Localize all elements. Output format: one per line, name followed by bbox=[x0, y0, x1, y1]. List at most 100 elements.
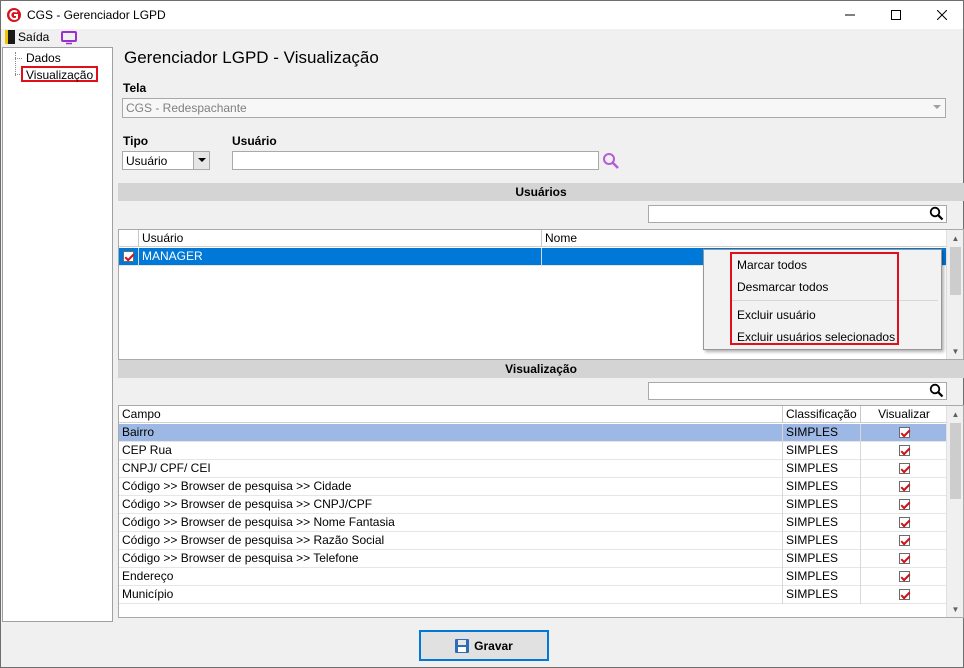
checkbox-checked-icon[interactable] bbox=[898, 463, 910, 475]
cell-visualizar[interactable] bbox=[861, 550, 947, 568]
checkbox-checked-icon[interactable] bbox=[898, 427, 910, 439]
view-grid-scrollbar[interactable]: ▲ ▼ bbox=[946, 406, 963, 617]
checkbox-checked-icon[interactable] bbox=[898, 517, 910, 529]
exit-menu-item[interactable]: Saída bbox=[5, 30, 49, 44]
exit-door-icon bbox=[5, 30, 15, 44]
close-button[interactable] bbox=[919, 1, 964, 29]
tela-label: Tela bbox=[123, 81, 147, 95]
cell-visualizar[interactable] bbox=[861, 568, 947, 586]
main-window: CGS - Gerenciador LGPD Saída Dados Visua… bbox=[0, 0, 964, 668]
close-icon bbox=[937, 10, 947, 20]
cell-classificacao: SIMPLES bbox=[783, 514, 861, 532]
table-row[interactable]: CEP Rua SIMPLES bbox=[119, 442, 947, 460]
menu-bar: Saída bbox=[1, 29, 963, 47]
scrollbar-thumb[interactable] bbox=[950, 423, 961, 499]
search-icon[interactable] bbox=[929, 383, 944, 398]
cell-visualizar[interactable] bbox=[861, 496, 947, 514]
table-row[interactable]: Endereço SIMPLES bbox=[119, 568, 947, 586]
table-row[interactable]: Município SIMPLES bbox=[119, 586, 947, 604]
table-row[interactable]: Código >> Browser de pesquisa >> CNPJ/CP… bbox=[119, 496, 947, 514]
checkbox-checked-icon[interactable] bbox=[898, 553, 910, 565]
checkbox-checked-icon[interactable] bbox=[898, 571, 910, 583]
column-header-campo[interactable]: Campo bbox=[119, 406, 783, 423]
maximize-icon bbox=[891, 10, 901, 20]
tree-connector bbox=[15, 58, 22, 59]
navigation-tree: Dados Visualização bbox=[2, 47, 113, 622]
column-header-visualizar[interactable]: Visualizar bbox=[861, 406, 947, 423]
usuario-label: Usuário bbox=[232, 134, 277, 148]
tipo-select-value: Usuário bbox=[126, 154, 168, 168]
window-title: CGS - Gerenciador LGPD bbox=[27, 8, 166, 22]
users-section-header: Usuários bbox=[118, 183, 964, 201]
column-header-classificacao[interactable]: Classificação bbox=[783, 406, 861, 423]
checkbox-checked-icon[interactable] bbox=[123, 251, 134, 263]
context-menu-highlight-box bbox=[730, 252, 899, 345]
cell-classificacao: SIMPLES bbox=[783, 442, 861, 460]
tipo-select[interactable]: Usuário bbox=[122, 151, 210, 170]
save-button[interactable]: Gravar bbox=[419, 630, 549, 661]
cell-campo: Código >> Browser de pesquisa >> Cidade bbox=[119, 478, 783, 496]
cell-classificacao: SIMPLES bbox=[783, 496, 861, 514]
cell-classificacao: SIMPLES bbox=[783, 478, 861, 496]
tree-item-visualizacao[interactable]: Visualização bbox=[21, 66, 99, 82]
checkbox-checked-icon[interactable] bbox=[898, 499, 910, 511]
column-header-nome[interactable]: Nome bbox=[542, 230, 947, 247]
exit-label: Saída bbox=[18, 30, 50, 44]
users-grid-scrollbar[interactable]: ▲ ▼ bbox=[946, 230, 963, 359]
minimize-button[interactable] bbox=[827, 1, 873, 29]
cell-visualizar[interactable] bbox=[861, 514, 947, 532]
minimize-icon bbox=[845, 14, 855, 16]
cell-visualizar[interactable] bbox=[861, 460, 947, 478]
table-row[interactable]: Bairro SIMPLES bbox=[119, 424, 947, 442]
users-search-input[interactable] bbox=[648, 205, 947, 223]
tree-connector bbox=[15, 52, 16, 76]
table-row[interactable]: Código >> Browser de pesquisa >> Telefon… bbox=[119, 550, 947, 568]
cell-campo: CNPJ/ CPF/ CEI bbox=[119, 460, 783, 478]
checkbox-checked-icon[interactable] bbox=[898, 445, 910, 457]
search-icon[interactable] bbox=[929, 206, 944, 221]
scrollbar-thumb[interactable] bbox=[950, 247, 961, 295]
cell-visualizar[interactable] bbox=[861, 424, 947, 442]
checkbox-checked-icon[interactable] bbox=[898, 481, 910, 493]
cell-visualizar[interactable] bbox=[861, 442, 947, 460]
table-row[interactable]: CNPJ/ CPF/ CEI SIMPLES bbox=[119, 460, 947, 478]
cell-campo: Código >> Browser de pesquisa >> CNPJ/CP… bbox=[119, 496, 783, 514]
cell-campo: CEP Rua bbox=[119, 442, 783, 460]
checkbox-checked-icon[interactable] bbox=[898, 535, 910, 547]
view-section-header: Visualização bbox=[118, 360, 964, 378]
tipo-label: Tipo bbox=[123, 134, 149, 148]
cell-campo: Bairro bbox=[119, 424, 783, 442]
cell-classificacao: SIMPLES bbox=[783, 568, 861, 586]
checkbox-column-header bbox=[119, 230, 139, 247]
scroll-down-icon[interactable]: ▼ bbox=[947, 343, 963, 359]
cell-campo: Código >> Browser de pesquisa >> Razão S… bbox=[119, 532, 783, 550]
cell-campo: Endereço bbox=[119, 568, 783, 586]
search-icon[interactable] bbox=[602, 152, 620, 170]
maximize-button[interactable] bbox=[873, 1, 919, 29]
cell-classificacao: SIMPLES bbox=[783, 532, 861, 550]
chevron-down-icon[interactable] bbox=[193, 152, 209, 169]
table-row[interactable]: Código >> Browser de pesquisa >> Razão S… bbox=[119, 532, 947, 550]
monitor-icon[interactable] bbox=[61, 31, 77, 45]
view-grid-header: Campo Classificação Visualizar bbox=[119, 406, 947, 423]
usuario-input[interactable] bbox=[232, 151, 599, 170]
chevron-down-icon[interactable] bbox=[929, 99, 945, 116]
table-row[interactable]: Código >> Browser de pesquisa >> Cidade S… bbox=[119, 478, 947, 496]
checkbox-checked-icon[interactable] bbox=[898, 589, 910, 601]
cell-visualizar[interactable] bbox=[861, 586, 947, 604]
column-header-usuario[interactable]: Usuário bbox=[139, 230, 542, 247]
table-row[interactable]: Código >> Browser de pesquisa >> Nome Fa… bbox=[119, 514, 947, 532]
tree-item-dados[interactable]: Dados bbox=[23, 51, 64, 67]
view-grid: Campo Classificação Visualizar Bairro SIM… bbox=[118, 405, 964, 618]
scroll-down-icon[interactable]: ▼ bbox=[947, 601, 963, 617]
title-bar[interactable]: CGS - Gerenciador LGPD bbox=[1, 1, 963, 29]
scroll-up-icon[interactable]: ▲ bbox=[947, 406, 963, 422]
cell-visualizar[interactable] bbox=[861, 532, 947, 550]
tela-select[interactable]: CGS - Redespachante bbox=[122, 98, 946, 118]
scroll-up-icon[interactable]: ▲ bbox=[947, 230, 963, 246]
cell-campo: Código >> Browser de pesquisa >> Nome Fa… bbox=[119, 514, 783, 532]
cell-campo: Município bbox=[119, 586, 783, 604]
cell-visualizar[interactable] bbox=[861, 478, 947, 496]
view-search-input[interactable] bbox=[648, 382, 947, 400]
row-checkbox[interactable] bbox=[119, 248, 139, 266]
